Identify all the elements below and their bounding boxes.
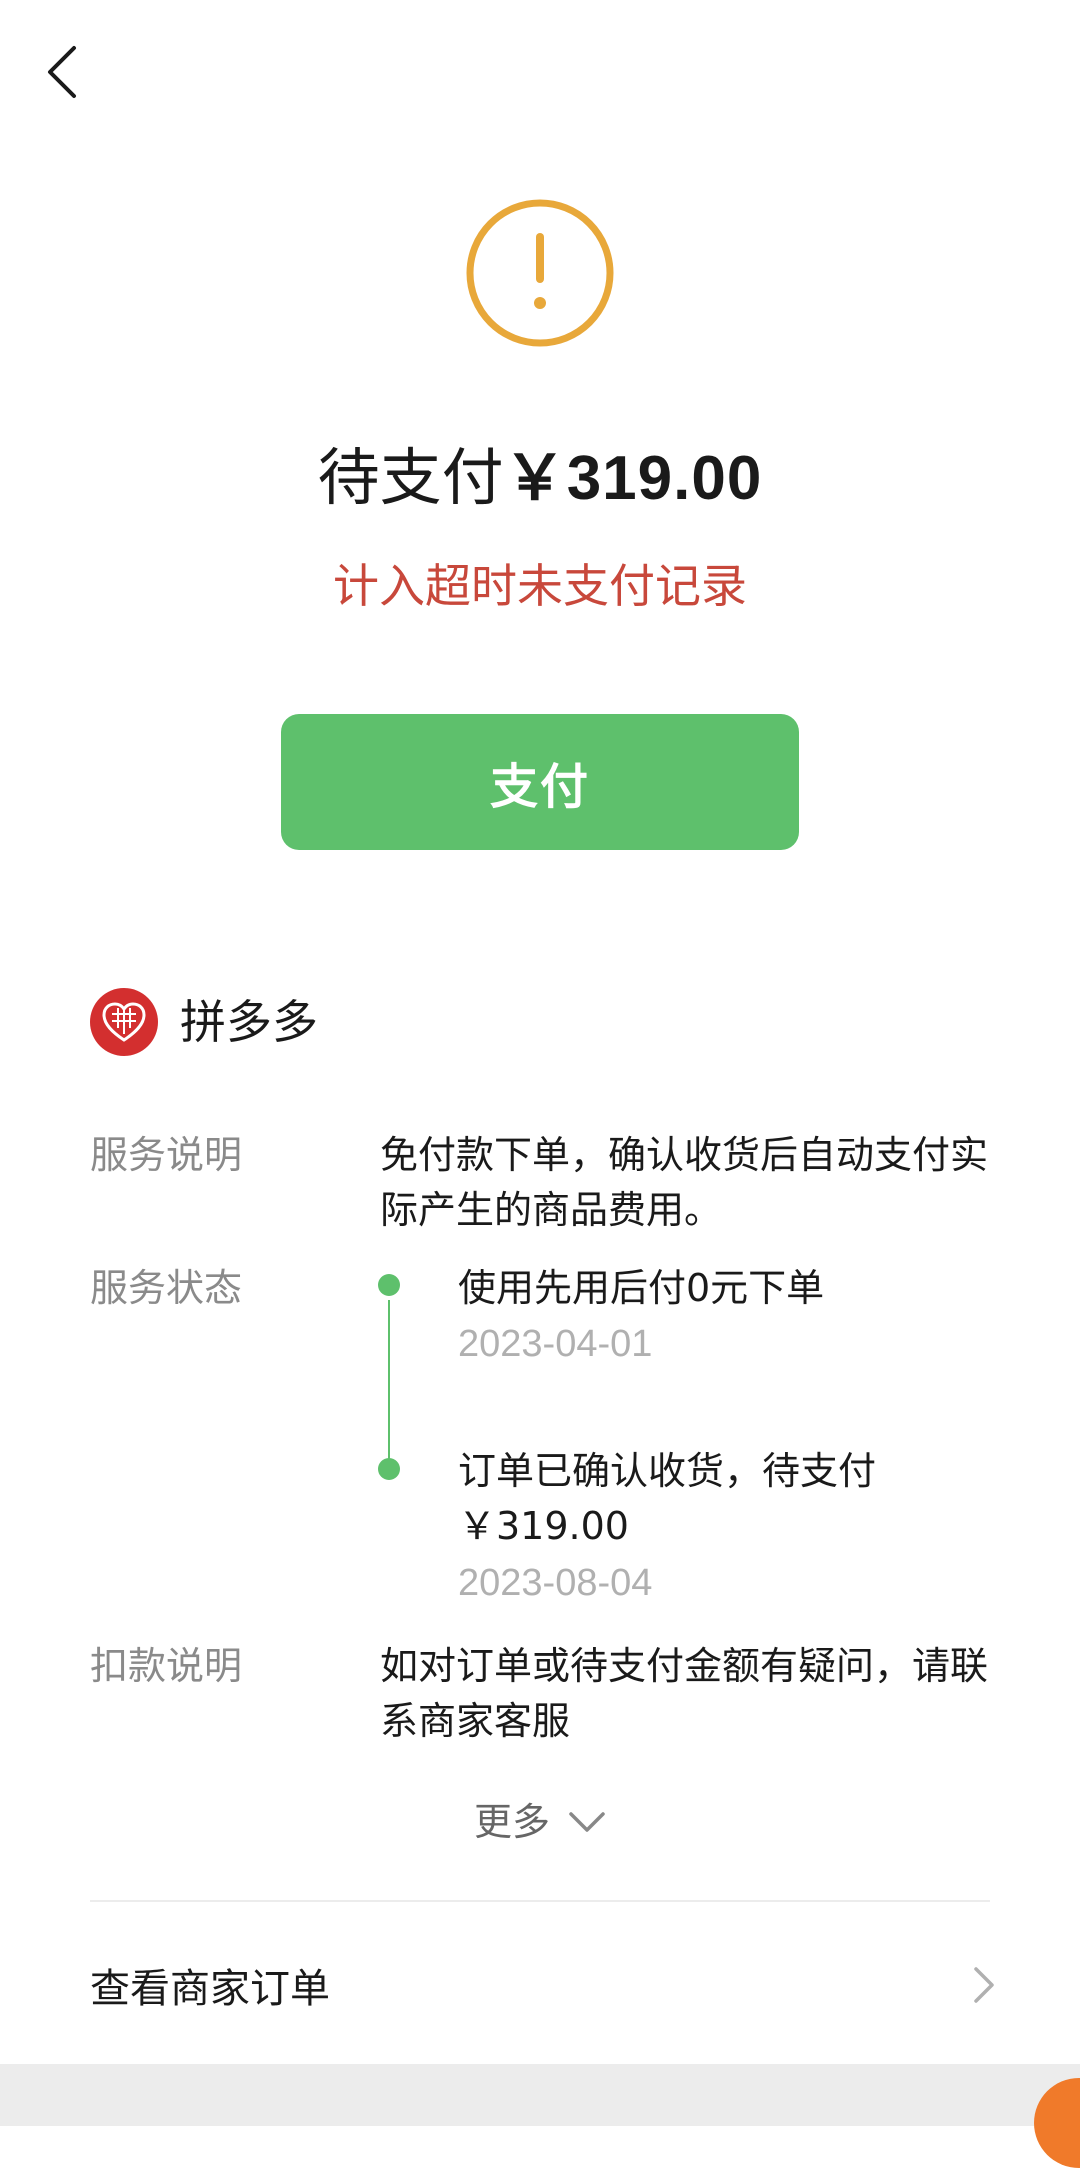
timeline-dot: [378, 1458, 400, 1480]
service-desc-label: 服务说明: [90, 1133, 243, 1177]
payment-status-title: 待支付￥319.00: [0, 440, 1080, 517]
pending-amount: ￥319.00: [503, 444, 763, 513]
service-status-label: 服务状态: [90, 1266, 243, 1310]
merchant-logo-icon: [90, 988, 158, 1056]
service-desc-value: 免付款下单，确认收货后自动支付实际产生的商品费用。: [380, 1133, 989, 1232]
back-button[interactable]: [30, 30, 94, 114]
bottom-bar: [0, 2064, 1080, 2126]
overdue-warning: 计入超时未支付记录: [333, 559, 747, 613]
exclamation-circle-icon: [466, 199, 614, 347]
chevron-right-icon: [974, 1967, 994, 2003]
status-title-prefix: 待支付: [317, 441, 504, 514]
deduction-label: 扣款说明: [90, 1644, 243, 1688]
pay-button[interactable]: 支付: [281, 714, 799, 850]
deduction-value: 如对订单或待支付金额有疑问，请联系商家客服: [380, 1644, 989, 1743]
timeline-line: [388, 1300, 390, 1468]
timeline-dot: [378, 1274, 400, 1296]
more-label: 更多: [473, 1800, 550, 1844]
merchant-name: 拼多多: [180, 995, 318, 1049]
more-button[interactable]: 更多: [0, 1794, 1080, 1850]
timeline-step-text: 使用先用后付0元下单: [458, 1266, 825, 1310]
divider: [90, 1900, 990, 1902]
chevron-left-icon: [48, 46, 76, 98]
timeline-step-date: 2023-04-01: [458, 1323, 653, 1365]
timeline-step-date: 2023-08-04: [458, 1562, 653, 1604]
chevron-down-icon: [569, 1812, 605, 1832]
view-merchant-order-link[interactable]: 查看商家订单: [90, 1950, 996, 2020]
timeline-step-text: 订单已确认收货，待支付￥319.00: [458, 1449, 877, 1548]
view-merchant-order-label: 查看商家订单: [90, 1966, 330, 2012]
